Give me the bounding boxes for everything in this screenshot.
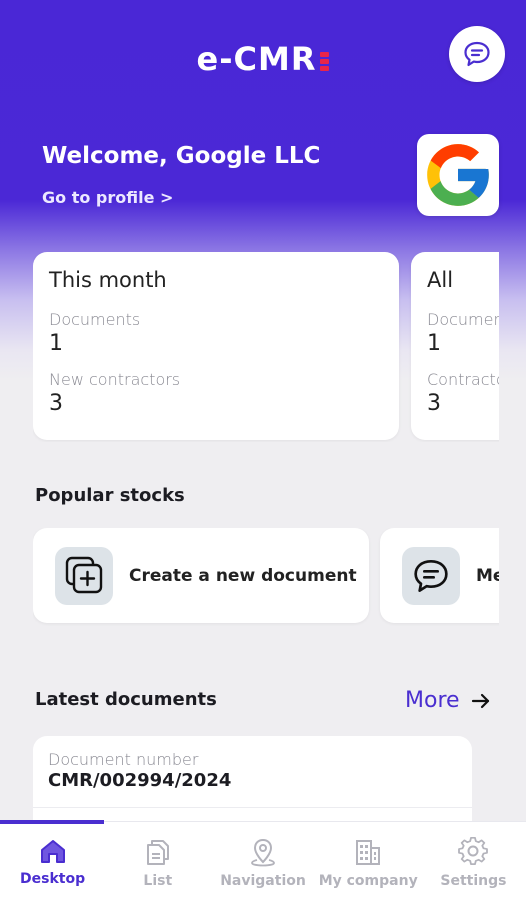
messages-label: Me — [476, 565, 499, 586]
chat-button[interactable] — [449, 26, 505, 82]
google-logo-icon — [427, 144, 489, 206]
building-icon — [356, 840, 381, 865]
nav-settings[interactable]: Settings — [421, 822, 526, 909]
create-document-button[interactable]: Create a new document — [33, 528, 369, 623]
go-to-profile-link[interactable]: Go to profile > — [42, 188, 173, 207]
stats-card-all: All Documents 1 Contractors 3 — [411, 252, 499, 440]
welcome-title: Welcome, Google LLC — [42, 143, 321, 169]
nav-label: Navigation — [220, 873, 306, 889]
arrow-right-icon — [471, 693, 489, 708]
stats-contractors-label: New contractors — [49, 370, 181, 389]
stats-documents-label: Documents — [49, 310, 141, 329]
divider — [33, 807, 472, 808]
home-icon — [40, 840, 65, 863]
stats-documents-value: 1 — [49, 331, 63, 356]
popular-actions-carousel[interactable]: Create a new document Me — [33, 528, 499, 626]
documents-icon — [146, 840, 169, 865]
logo-text: e-CMR — [196, 40, 317, 78]
stats-contractors-label: Contractors — [427, 370, 499, 389]
nav-my-company[interactable]: My company — [316, 822, 421, 909]
nav-label: Settings — [440, 873, 507, 889]
stats-contractors-value: 3 — [49, 391, 63, 416]
more-label: More — [405, 688, 460, 713]
more-link[interactable]: More — [405, 688, 492, 713]
popular-stocks-title: Popular stocks — [35, 485, 185, 506]
active-tab-indicator — [0, 820, 104, 824]
stats-documents-label: Documents — [427, 310, 499, 329]
stats-card-title: This month — [49, 268, 167, 292]
gear-icon — [458, 837, 489, 865]
chat-bubble-icon — [464, 41, 490, 67]
document-number-value: CMR/002994/2024 — [48, 770, 232, 791]
bottom-navigation: Desktop List Navigation My company Setti… — [0, 820, 526, 909]
nav-label: Desktop — [20, 871, 86, 887]
nav-label: List — [143, 873, 173, 889]
latest-documents-title: Latest documents — [35, 689, 217, 710]
document-number-label: Document number — [48, 750, 199, 769]
stats-card-this-month: This month Documents 1 New contractors 3 — [33, 252, 399, 440]
avatar[interactable] — [417, 134, 499, 216]
create-document-label: Create a new document — [129, 565, 357, 586]
add-document-icon — [65, 556, 103, 593]
messages-button[interactable]: Me — [380, 528, 499, 623]
action-icon-box — [55, 546, 113, 605]
nav-list[interactable]: List — [105, 822, 210, 909]
chat-bubble-icon — [414, 559, 448, 592]
stats-card-title: All — [427, 268, 454, 292]
stats-contractors-value: 3 — [427, 391, 441, 416]
action-icon-box — [402, 546, 460, 605]
app-logo: e-CMR — [0, 40, 526, 78]
location-pin-icon — [251, 838, 275, 867]
stats-carousel[interactable]: This month Documents 1 New contractors 3… — [33, 252, 499, 442]
nav-label: My company — [318, 873, 418, 889]
logo-bars-icon — [320, 50, 330, 73]
nav-navigation[interactable]: Navigation — [210, 822, 315, 909]
nav-desktop[interactable]: Desktop — [0, 822, 105, 909]
stats-documents-value: 1 — [427, 331, 441, 356]
